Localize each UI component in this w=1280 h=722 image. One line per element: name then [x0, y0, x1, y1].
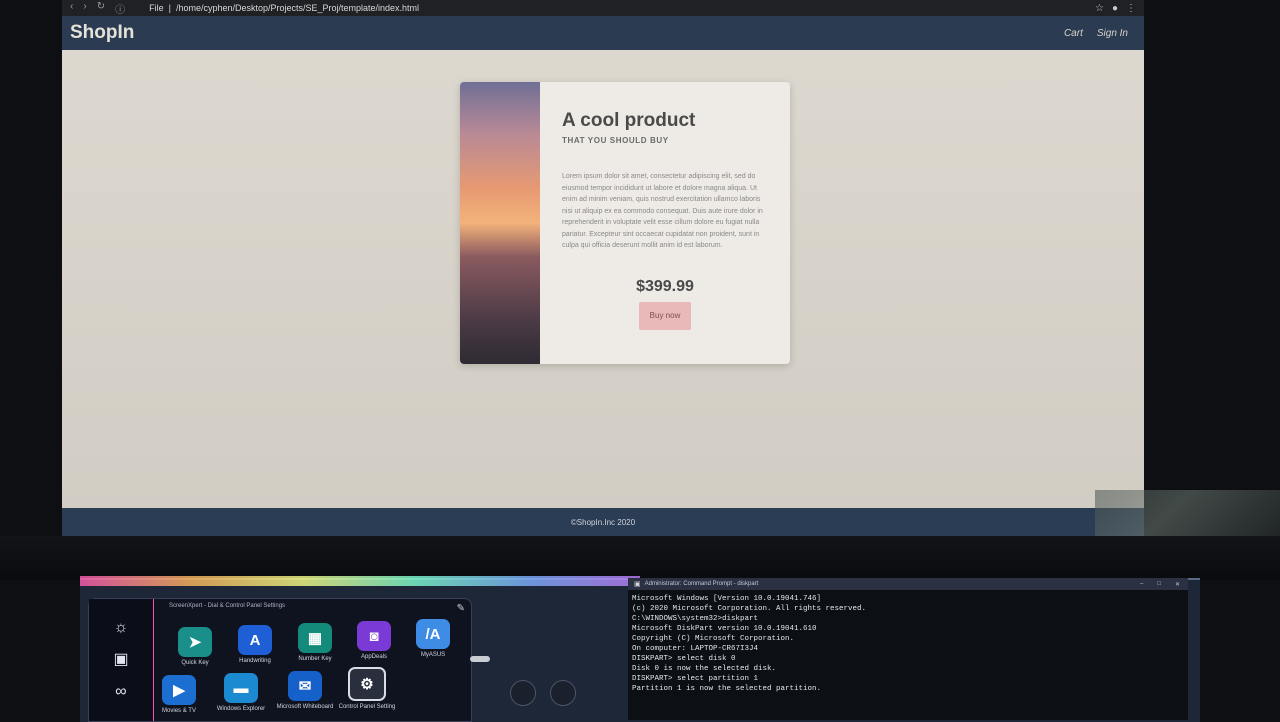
buy-now-button[interactable]: Buy now: [639, 301, 691, 330]
link-icon[interactable]: ∞: [107, 681, 135, 703]
terminal-line: DISKPART> select disk 0: [632, 655, 736, 663]
dial-knob[interactable]: [510, 680, 536, 706]
cart-link[interactable]: Cart: [1064, 28, 1083, 39]
command-prompt-titlebar: ▣ Administrator: Command Prompt - diskpa…: [628, 578, 1188, 590]
site-brand[interactable]: ShopIn: [62, 22, 134, 44]
star-icon[interactable]: ☆: [1095, 3, 1104, 14]
product-details: A cool product THAT YOU SHOULD BUY Lorem…: [562, 82, 768, 364]
main-screen: ‹ › ↻ ⓘ File | /home/cyphen/Desktop/Proj…: [62, 0, 1144, 536]
app-label: Windows Explorer: [216, 706, 266, 712]
brightness-icon[interactable]: ☼: [107, 617, 135, 639]
app-movies-tv[interactable]: ▶ Movies & TV: [149, 675, 209, 715]
close-icon[interactable]: ✕: [1175, 581, 1180, 588]
back-icon[interactable]: ‹: [70, 1, 73, 16]
terminal-line: On computer: LAPTOP-CR67I3J4: [632, 645, 759, 653]
url-text: /home/cyphen/Desktop/Projects/SE_Proj/te…: [175, 3, 420, 13]
handwriting-icon: A: [238, 625, 272, 655]
product-title: A cool product: [562, 110, 696, 131]
terminal-line: Microsoft Windows [Version 10.0.19041.74…: [632, 595, 822, 603]
terminal-line: Microsoft DiskPart version 10.0.19041.61…: [632, 625, 817, 633]
control-panel: ☼ ▣ ∞ ScreenXpert - Dial & Control Panel…: [88, 598, 472, 722]
command-prompt-output[interactable]: Microsoft Windows [Version 10.0.19041.74…: [628, 590, 1188, 694]
control-panel-sidebar: ☼ ▣ ∞: [89, 599, 154, 721]
app-quick-key[interactable]: ➤ Quick Key: [165, 627, 225, 667]
play-icon: ▶: [162, 675, 196, 705]
app-microsoft-whiteboard[interactable]: ✉ Microsoft Whiteboard: [275, 671, 335, 711]
app-myasus[interactable]: /A MyASUS: [403, 619, 463, 659]
screen-switch-icon[interactable]: ▣: [107, 649, 135, 671]
send-icon: ➤: [178, 627, 212, 657]
app-label: Movies & TV: [162, 708, 196, 714]
app-label: Number Key: [298, 656, 332, 662]
whiteboard-icon: ✉: [288, 671, 322, 701]
minimize-icon[interactable]: –: [1140, 581, 1143, 588]
product-image: [460, 82, 540, 364]
app-label: Quick Key: [181, 660, 209, 666]
site-body: A cool product THAT YOU SHOULD BUY Lorem…: [62, 50, 1144, 508]
terminal-line: DISKPART> select partition 1: [632, 675, 759, 683]
app-windows-explorer[interactable]: ▬ Windows Explorer: [211, 673, 271, 713]
command-prompt-title: Administrator: Command Prompt - diskpart: [644, 581, 759, 587]
app-label: Handwriting: [239, 658, 271, 664]
sign-in-link[interactable]: Sign In: [1097, 28, 1128, 39]
myasus-icon: /A: [416, 619, 450, 649]
settings-gear-icon: ⚙: [348, 667, 386, 701]
browser-toolbar: ‹ › ↻ ⓘ File | /home/cyphen/Desktop/Proj…: [62, 0, 1144, 16]
app-appdeals[interactable]: ◙ AppDeals: [344, 621, 404, 661]
edit-icon[interactable]: ✎: [457, 603, 465, 614]
account-icon[interactable]: ●: [1112, 3, 1118, 14]
command-prompt-window: ▣ Administrator: Command Prompt - diskpa…: [628, 578, 1188, 720]
maximize-icon[interactable]: □: [1157, 581, 1161, 588]
terminal-line: Copyright (C) Microsoft Corporation.: [632, 635, 795, 643]
terminal-line: C:\WINDOWS\system32>diskpart: [632, 615, 759, 623]
site-nav: Cart Sign In: [1064, 28, 1144, 39]
url-prefix: File: [149, 3, 164, 13]
site-footer: ©ShopIn.Inc 2020: [62, 508, 1144, 536]
terminal-icon: ▣: [634, 581, 641, 588]
product-card: A cool product THAT YOU SHOULD BUY Lorem…: [460, 82, 790, 364]
site-header: ShopIn Cart Sign In: [62, 16, 1144, 50]
app-number-key[interactable]: ▦ Number Key: [285, 623, 345, 663]
app-handwriting[interactable]: A Handwriting: [225, 625, 285, 665]
product-subtitle: THAT YOU SHOULD BUY: [562, 136, 669, 145]
keypad-icon: ▦: [298, 623, 332, 653]
terminal-line: Disk 0 is now the selected disk.: [632, 665, 777, 673]
slider-handle[interactable]: [470, 656, 490, 662]
app-label: Control Panel Setting: [338, 704, 396, 710]
app-label: Microsoft Whiteboard: [276, 704, 334, 710]
control-panel-title: ScreenXpert - Dial & Control Panel Setti…: [169, 603, 286, 609]
folder-icon: ▬: [224, 673, 258, 703]
dial-area: [470, 598, 628, 720]
product-description: Lorem ipsum dolor sit amet, consectetur …: [562, 173, 763, 249]
reload-icon[interactable]: ↻: [97, 1, 105, 16]
app-label: MyASUS: [420, 652, 446, 658]
forward-icon[interactable]: ›: [83, 1, 86, 16]
info-icon[interactable]: ⓘ: [115, 1, 125, 16]
shopping-bag-icon: ◙: [357, 621, 391, 651]
terminal-line: (c) 2020 Microsoft Corporation. All righ…: [632, 605, 867, 613]
address-bar[interactable]: File | /home/cyphen/Desktop/Projects/SE_…: [143, 2, 425, 14]
menu-icon[interactable]: ⋮: [1126, 3, 1136, 14]
app-control-panel-setting[interactable]: ⚙ Control Panel Setting: [337, 667, 397, 711]
laptop-hinge: [0, 536, 1280, 580]
terminal-line: Partition 1 is now the selected partitio…: [632, 685, 822, 693]
app-label: AppDeals: [360, 654, 387, 660]
rgb-light-strip: [80, 576, 640, 586]
dial-knob[interactable]: [550, 680, 576, 706]
product-price: $399.99: [636, 277, 694, 295]
